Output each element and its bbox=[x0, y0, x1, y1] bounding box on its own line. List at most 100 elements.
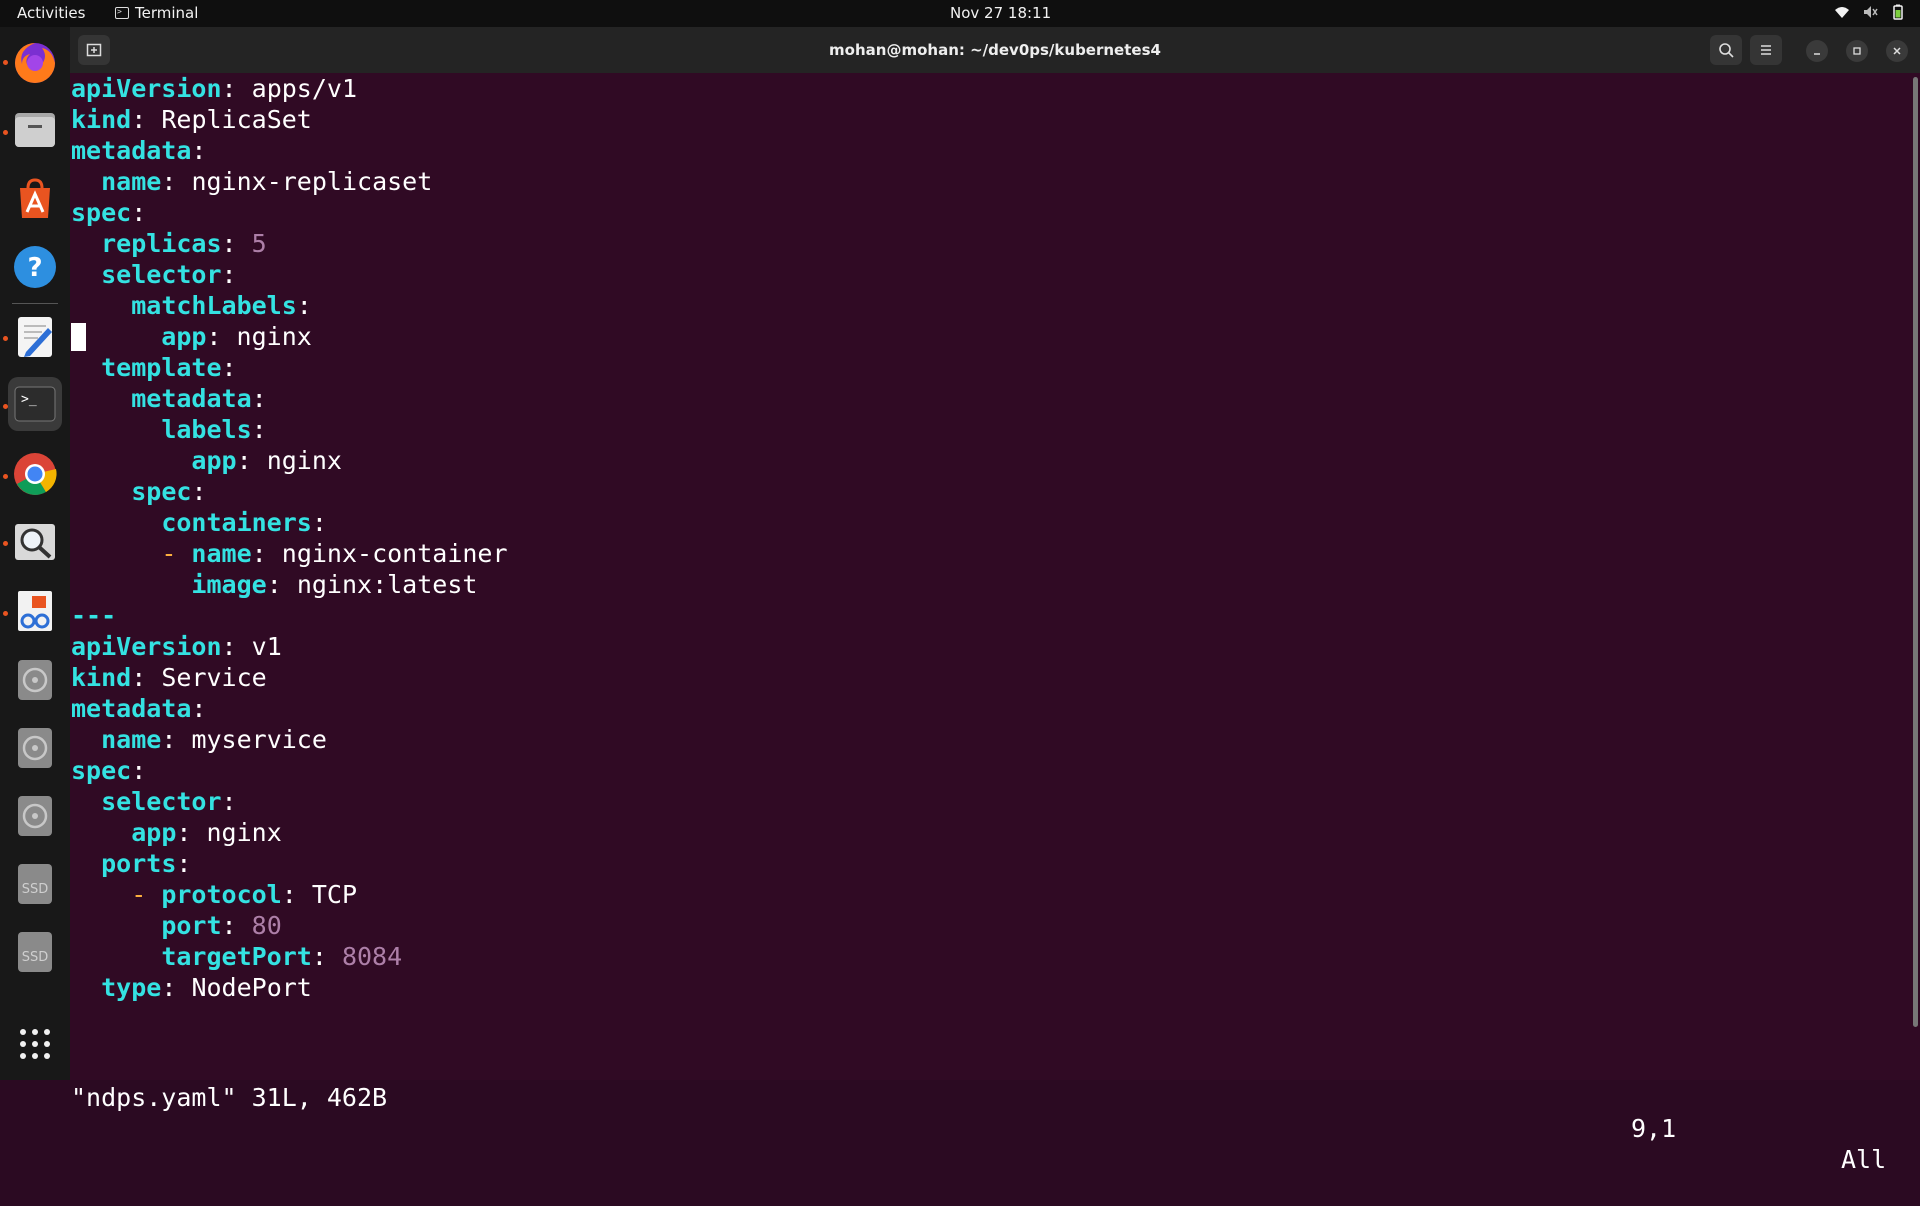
text-editor-icon bbox=[18, 317, 52, 357]
reader-icon bbox=[18, 591, 52, 631]
yaml-key: name bbox=[191, 539, 252, 568]
terminal-small-icon: > bbox=[115, 7, 129, 19]
yaml-key: replicas bbox=[101, 229, 222, 258]
editor-line: selector: bbox=[101, 787, 237, 816]
close-icon bbox=[1893, 47, 1901, 55]
activities-button[interactable]: Activities bbox=[17, 4, 85, 22]
app-menu[interactable]: > Terminal bbox=[115, 4, 198, 22]
yaml-value: 8084 bbox=[341, 942, 403, 971]
magnifier-icon bbox=[15, 524, 55, 560]
ssd-icon: SSD bbox=[18, 932, 52, 972]
minimize-icon bbox=[1814, 53, 1820, 55]
system-tray[interactable] bbox=[1834, 4, 1906, 20]
disc-icon bbox=[18, 796, 52, 836]
editor-line: spec: bbox=[131, 477, 207, 506]
yaml-key: name bbox=[101, 167, 162, 196]
yaml-value: TCP bbox=[311, 880, 358, 909]
dock-files[interactable] bbox=[8, 103, 62, 157]
clock[interactable]: Nov 27 18:11 bbox=[950, 4, 1051, 22]
search-button[interactable] bbox=[1710, 35, 1742, 65]
close-button[interactable] bbox=[1886, 40, 1908, 62]
editor-line: metadata: bbox=[71, 136, 207, 165]
files-icon bbox=[15, 113, 55, 147]
yaml-value: Service bbox=[161, 663, 267, 692]
editor-line: kind: Service bbox=[71, 663, 267, 692]
dock-document-viewer[interactable] bbox=[8, 584, 62, 638]
terminal-window: mohan@mohan: ~/dev0ps/kubernetes4 apiVer… bbox=[70, 27, 1920, 1174]
terminal-icon: >_ bbox=[14, 386, 56, 422]
editor-line: - protocol: TCP bbox=[131, 880, 358, 909]
top-bar: Activities > Terminal Nov 27 18:11 bbox=[0, 0, 1920, 27]
editor-line: selector: bbox=[101, 260, 237, 289]
wifi-icon bbox=[1835, 7, 1849, 18]
chrome-icon bbox=[14, 453, 57, 495]
yaml-key: matchLabels bbox=[131, 291, 297, 320]
yaml-value: v1 bbox=[251, 632, 282, 661]
yaml-key: name bbox=[101, 725, 162, 754]
editor-line: spec: bbox=[71, 198, 147, 227]
yaml-value: 80 bbox=[251, 911, 282, 940]
editor-line: replicas: 5 bbox=[101, 229, 267, 258]
scrollbar[interactable] bbox=[1913, 77, 1918, 1027]
search-icon bbox=[1719, 43, 1734, 58]
ssd-label: SSD bbox=[22, 950, 49, 965]
yaml-value: myservice bbox=[191, 725, 327, 754]
header-bar: mohan@mohan: ~/dev0ps/kubernetes4 bbox=[70, 27, 1920, 73]
terminal-content[interactable]: apiVersion: apps/v1 kind: ReplicaSet metad… bbox=[70, 73, 1908, 1080]
editor-line: name: myservice bbox=[101, 725, 327, 754]
yaml-key: apiVersion bbox=[71, 74, 222, 103]
document-separator: --- bbox=[71, 601, 117, 630]
dock-disc-1[interactable] bbox=[8, 653, 62, 707]
restore-button[interactable] bbox=[1846, 40, 1868, 62]
dock-disc-3[interactable] bbox=[8, 789, 62, 843]
battery-icon bbox=[1893, 4, 1903, 20]
dock-help[interactable]: ? bbox=[8, 240, 62, 294]
scroll-indicator: All bbox=[1841, 1145, 1887, 1174]
dock-ssd-2[interactable]: SSD bbox=[8, 925, 62, 979]
dock-image-viewer[interactable] bbox=[8, 515, 62, 569]
yaml-key: selector bbox=[101, 787, 222, 816]
minimize-button[interactable] bbox=[1806, 40, 1828, 62]
editor-line: port: 80 bbox=[161, 911, 282, 940]
yaml-key: spec bbox=[71, 756, 132, 785]
dock-text-editor[interactable] bbox=[8, 310, 62, 364]
yaml-key: kind bbox=[71, 105, 132, 134]
disc-icon bbox=[18, 728, 52, 768]
dock-chrome[interactable] bbox=[8, 447, 62, 501]
dock-ssd-1[interactable]: SSD bbox=[8, 857, 62, 911]
editor-line: apiVersion: v1 bbox=[71, 632, 282, 661]
yaml-key: spec bbox=[71, 198, 132, 227]
yaml-value: apps/v1 bbox=[251, 74, 357, 103]
yaml-value: nginx-container bbox=[281, 539, 508, 568]
dock-terminal[interactable]: >_ bbox=[8, 377, 62, 431]
dock-firefox[interactable] bbox=[8, 36, 62, 90]
yaml-key: targetPort bbox=[161, 942, 312, 971]
editor-line: type: NodePort bbox=[101, 973, 312, 1002]
ssd-icon: SSD bbox=[18, 864, 52, 904]
show-apps-button[interactable] bbox=[8, 1017, 62, 1071]
firefox-icon bbox=[15, 43, 55, 83]
volume-muted-icon bbox=[1864, 6, 1878, 18]
editor-line: matchLabels: bbox=[131, 291, 312, 320]
editor-line: ports: bbox=[101, 849, 192, 878]
editor-line: labels: bbox=[161, 415, 267, 444]
menu-button[interactable] bbox=[1750, 35, 1782, 65]
yaml-key: selector bbox=[101, 260, 222, 289]
yaml-key: port bbox=[161, 911, 222, 940]
text-cursor bbox=[71, 323, 86, 351]
yaml-key: image bbox=[191, 570, 267, 599]
editor-line: image: nginx:latest bbox=[191, 570, 478, 599]
cursor-position: 9,1 bbox=[1631, 1114, 1677, 1143]
yaml-key: metadata bbox=[131, 384, 252, 413]
list-dash: - bbox=[131, 880, 162, 909]
dock-disc-2[interactable] bbox=[8, 721, 62, 775]
svg-text:?: ? bbox=[27, 253, 42, 283]
yaml-key: type bbox=[101, 973, 162, 1002]
yaml-value: nginx:latest bbox=[296, 570, 478, 599]
disc-icon bbox=[18, 660, 52, 700]
yaml-value: nginx bbox=[236, 322, 312, 351]
dock-app-center[interactable] bbox=[8, 172, 62, 226]
yaml-key: kind bbox=[71, 663, 132, 692]
yaml-key: labels bbox=[161, 415, 252, 444]
window-title: mohan@mohan: ~/dev0ps/kubernetes4 bbox=[829, 41, 1161, 59]
